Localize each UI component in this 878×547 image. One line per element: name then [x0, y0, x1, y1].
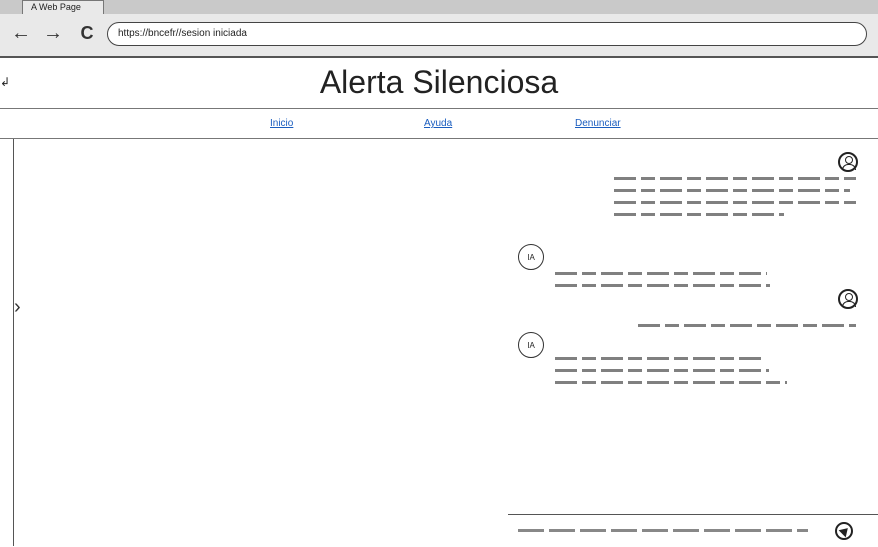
nav-bar: Inicio Ayuda Denunciar [0, 110, 878, 139]
nav-link-denunciar[interactable]: Denunciar [575, 118, 621, 129]
page-header: ↲ Alerta Silenciosa [0, 58, 878, 109]
chevron-right-icon[interactable]: › [14, 296, 21, 319]
send-icon[interactable] [835, 522, 853, 540]
user-message [638, 315, 856, 331]
ai-message [555, 348, 787, 388]
ai-avatar: IA [518, 244, 544, 270]
page-title: Alerta Silenciosa [319, 64, 559, 100]
forward-button[interactable]: → [42, 22, 64, 44]
back-button[interactable]: ← [10, 22, 32, 44]
browser-tab[interactable]: A Web Page [22, 0, 104, 14]
address-bar[interactable]: https://bncefr//sesion iniciada [107, 22, 867, 46]
ai-avatar: IA [518, 332, 544, 358]
chat-input-placeholder [518, 529, 808, 532]
tab-strip: A Web Page [0, 0, 878, 14]
ai-avatar-label: IA [527, 341, 535, 350]
nav-link-inicio[interactable]: Inicio [270, 118, 293, 129]
nav-link-ayuda[interactable]: Ayuda [424, 118, 452, 129]
ai-avatar-label: IA [527, 253, 535, 262]
user-avatar-icon [838, 289, 858, 309]
side-strip [0, 139, 14, 546]
browser-chrome: A Web Page ← → C https://bncefr//sesion … [0, 0, 878, 58]
reload-button[interactable]: C [76, 22, 98, 44]
user-message [614, 168, 856, 220]
ai-message [555, 263, 770, 291]
map-panel[interactable]: › [0, 139, 509, 546]
chat-panel: IA IA [508, 139, 878, 547]
chat-input[interactable] [508, 514, 878, 547]
